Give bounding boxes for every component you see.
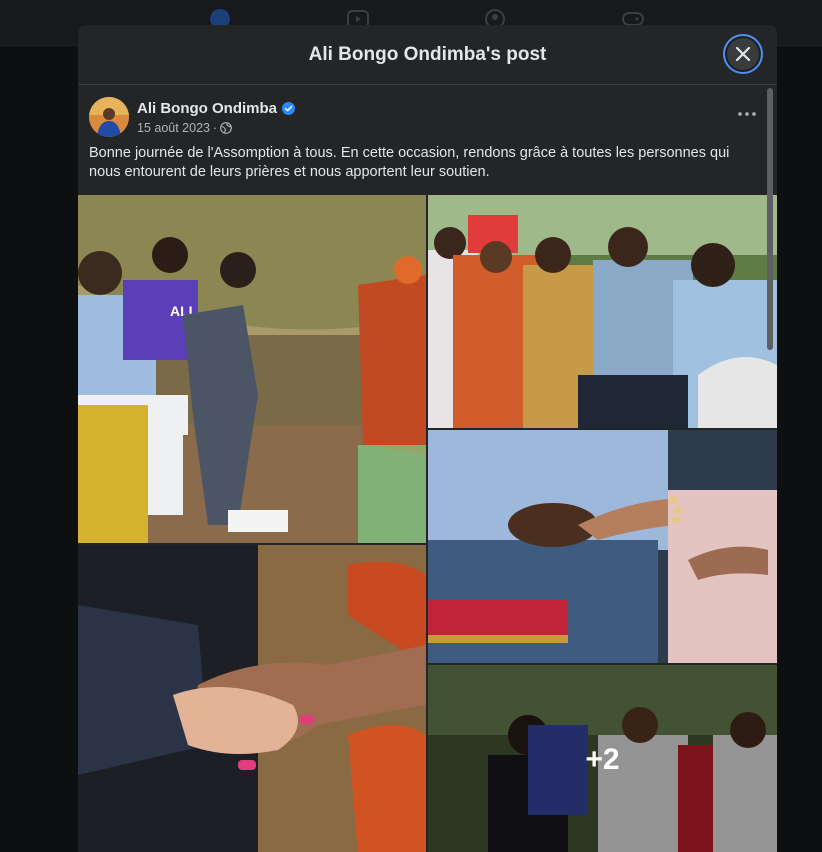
photo-image (78, 545, 426, 852)
globe-icon (220, 121, 233, 134)
more-options-button[interactable] (735, 106, 759, 122)
gallery-photo-1[interactable]: ALI (78, 195, 426, 543)
post-modal: Ali Bongo Ondimba's post Ali Bongo Ondim… (78, 25, 777, 852)
gallery-photo-3[interactable] (428, 430, 777, 663)
scrollbar[interactable] (765, 86, 773, 852)
verified-badge-icon (282, 101, 295, 115)
more-photos-overlay[interactable]: +2 (428, 665, 777, 852)
post-date[interactable]: 15 août 2023 (137, 121, 210, 135)
post-scroll-area[interactable]: Ali Bongo Ondimba 15 août 2023 · Bonne j… (78, 86, 777, 852)
modal-header: Ali Bongo Ondimba's post (78, 25, 777, 85)
post-text: Bonne journée de l'Assomption à tous. En… (89, 145, 730, 180)
post-header: Ali Bongo Ondimba 15 août 2023 · (89, 97, 295, 137)
photo-image: ALI (78, 195, 426, 543)
photo-gallery: ALI +2 (78, 195, 777, 852)
gallery-photo-5-more[interactable]: +2 (428, 665, 777, 852)
author-name[interactable]: Ali Bongo Ondimba (137, 100, 277, 117)
close-icon (735, 46, 751, 62)
more-horizontal-icon (738, 112, 756, 116)
modal-title: Ali Bongo Ondimba's post (308, 43, 547, 65)
photo-image (428, 430, 777, 663)
avatar[interactable] (89, 97, 129, 137)
gallery-photo-4[interactable] (78, 545, 426, 852)
scrollbar-thumb[interactable] (767, 88, 773, 350)
meta-separator: · (213, 120, 218, 135)
more-photos-count: +2 (585, 743, 620, 776)
photo-image (428, 195, 777, 428)
gallery-photo-2[interactable] (428, 195, 777, 428)
close-button[interactable] (723, 34, 763, 74)
